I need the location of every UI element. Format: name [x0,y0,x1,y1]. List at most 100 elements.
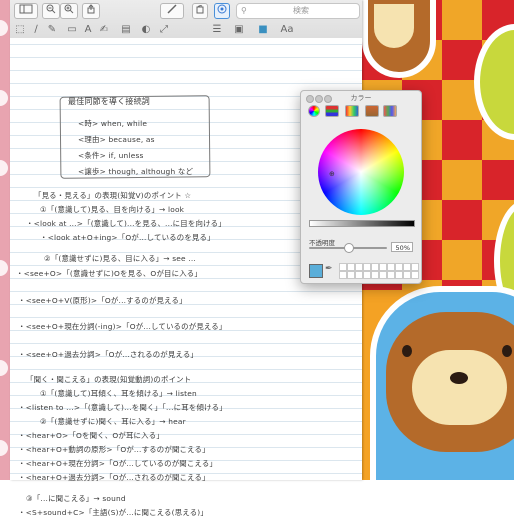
color-well[interactable] [395,271,403,279]
color-crosshair[interactable]: ⊕ [329,170,335,178]
note-line: ・<look at ...>「(意識して)...を見る、...に目を向ける」 [26,219,226,228]
markup-toolbar-button[interactable] [214,3,230,19]
zoom-out-button[interactable] [42,3,60,19]
rotate-icon [196,5,204,14]
sidebar-icon [19,4,33,14]
box-line: <時> when, while [78,119,148,128]
markup-icon [217,4,227,14]
color-well[interactable] [363,263,371,271]
sidebar-toggle-button[interactable] [14,3,38,19]
border-color-button[interactable]: ▣ [232,24,246,36]
toolbar: ⚲ 検索 ⬚ ∕ ✎ ▭ A ✍ ▤ ◐ ⤢ ☰ ▣ ■ Aa [10,0,362,39]
flower-decoration [0,360,8,376]
rotate-button[interactable] [192,3,208,19]
pencils-icon[interactable] [383,105,397,117]
note-line: ・<hear+O+動詞の原形>「Oが...するのが聞こえる」 [18,445,210,454]
color-well[interactable] [339,271,347,279]
note-line: ・<hear+O+現在分詞>「Oが...しているのが聞こえる」 [18,459,218,468]
adjust-size-tool[interactable]: ⤢ [158,24,170,36]
bear-ear-inner [374,4,414,48]
color-well[interactable] [387,271,395,279]
search-placeholder: 検索 [293,6,309,15]
color-well[interactable] [363,271,371,279]
bear-eye [402,345,412,357]
bear-nose [450,372,468,384]
current-color-swatch[interactable] [309,264,323,278]
bear-eye [502,345,512,357]
desktop-wallpaper-left [0,0,10,480]
eyedropper-icon[interactable]: ✒ [325,264,333,274]
markup-pen-button[interactable] [160,3,184,19]
color-palettes-icon[interactable] [345,105,359,117]
note-line: ・<hear+O>「Oを聞く、Oが耳に入る」 [18,431,164,440]
note-line: ②「(意識せずに)見る、目に入る」→ see ... [44,254,196,263]
note-line: 「聞く・聞こえる」の表現(知覚動詞)のポイント [26,375,192,384]
opacity-label: 不透明度 [309,239,335,247]
color-wheel-icon[interactable] [308,105,320,117]
color-well[interactable] [403,271,411,279]
color-well[interactable] [387,263,395,271]
search-icon: ⚲ [241,6,247,15]
color-well[interactable] [395,263,403,271]
note-line: ・<see+O>「(意識せずに)Oを見る、Oが目に入る」 [16,269,202,278]
box-title: 最佳同節を導く接続詞 [68,97,150,106]
box-line: <理由> because, as [78,135,155,144]
bear-muzzle [412,350,507,425]
color-well[interactable] [403,263,411,271]
opacity-slider-thumb[interactable] [344,243,354,253]
adjust-color-tool[interactable]: ◐ [140,24,152,36]
note-line: 「見る・見える」の表現(知覚V)のポイント ☆ [34,191,192,200]
note-line: ・<listen to ...>「(意識して)...を聞く」「...に耳を傾ける… [18,403,227,412]
color-well[interactable] [371,271,379,279]
panel-title: カラー [350,94,372,102]
draw-tool[interactable]: ✎ [46,24,58,36]
shape-style-button[interactable]: ☰ [210,24,224,36]
zoom-in-button[interactable] [60,3,78,19]
color-picker-panel[interactable]: カラー ⊕ 不透明度 50% ✒ [300,90,422,284]
color-sliders-icon[interactable] [325,105,339,117]
shapes-tool[interactable]: ▭ [66,24,78,36]
share-button[interactable] [82,3,100,19]
search-field[interactable]: ⚲ 検索 [236,3,360,19]
note-line: ・<see+O+過去分詞>「Oが...されるのが見える」 [18,350,199,359]
color-well[interactable] [379,263,387,271]
note-line: ③「...に聞こえる」→ sound [26,494,126,503]
sketch-tool[interactable]: ∕ [30,24,42,36]
color-well[interactable] [411,263,419,271]
color-well[interactable] [355,263,363,271]
image-palettes-icon[interactable] [365,105,379,117]
color-well[interactable] [347,263,355,271]
zoom-out-icon [46,4,56,14]
flower-decoration [0,260,8,276]
color-well[interactable] [339,263,347,271]
opacity-value-field[interactable]: 50% [391,242,413,252]
bear-ear [362,0,436,78]
brightness-slider[interactable] [309,220,415,227]
share-icon [87,4,95,14]
note-line: ・<look at+O+ing>「Oが...しているのを見る」 [40,233,215,242]
note-line: ・<see+O+V(原形)>「Oが...するのが見える」 [18,296,187,305]
selection-tool[interactable]: ⬚ [14,24,26,36]
color-well[interactable] [411,271,419,279]
color-well[interactable] [347,271,355,279]
pen-icon [167,4,177,14]
note-tool[interactable]: ▤ [120,24,132,36]
note-line: ・<see+O+現在分詞(-ing)>「Oが...しているのが見える」 [18,322,227,331]
note-line: ・<S+sound+C>「主語(S)が...に聞こえる(思える)」 [18,508,208,517]
zoom-in-icon [64,4,74,14]
flower-decoration [0,160,8,176]
color-well[interactable] [379,271,387,279]
fill-color-button[interactable]: ■ [256,24,270,36]
note-line: ②「(意識せずに)聞く、耳に入る」→ hear [40,417,186,426]
text-style-button[interactable]: Aa [280,24,294,36]
note-line: ①「(意識して)耳傾く、耳を傾ける」→ listen [40,389,197,398]
flower-decoration [0,90,8,106]
color-well[interactable] [355,271,363,279]
color-well[interactable] [371,263,379,271]
note-line: ・<hear+O+過去分詞>「Oが...されるのが聞こえる」 [18,473,210,482]
text-tool[interactable]: A [82,24,94,36]
flower-decoration [0,20,8,36]
box-line: <条件> if, unless [78,151,144,160]
signature-tool[interactable]: ✍ [98,24,110,36]
flower-decoration [0,440,8,456]
